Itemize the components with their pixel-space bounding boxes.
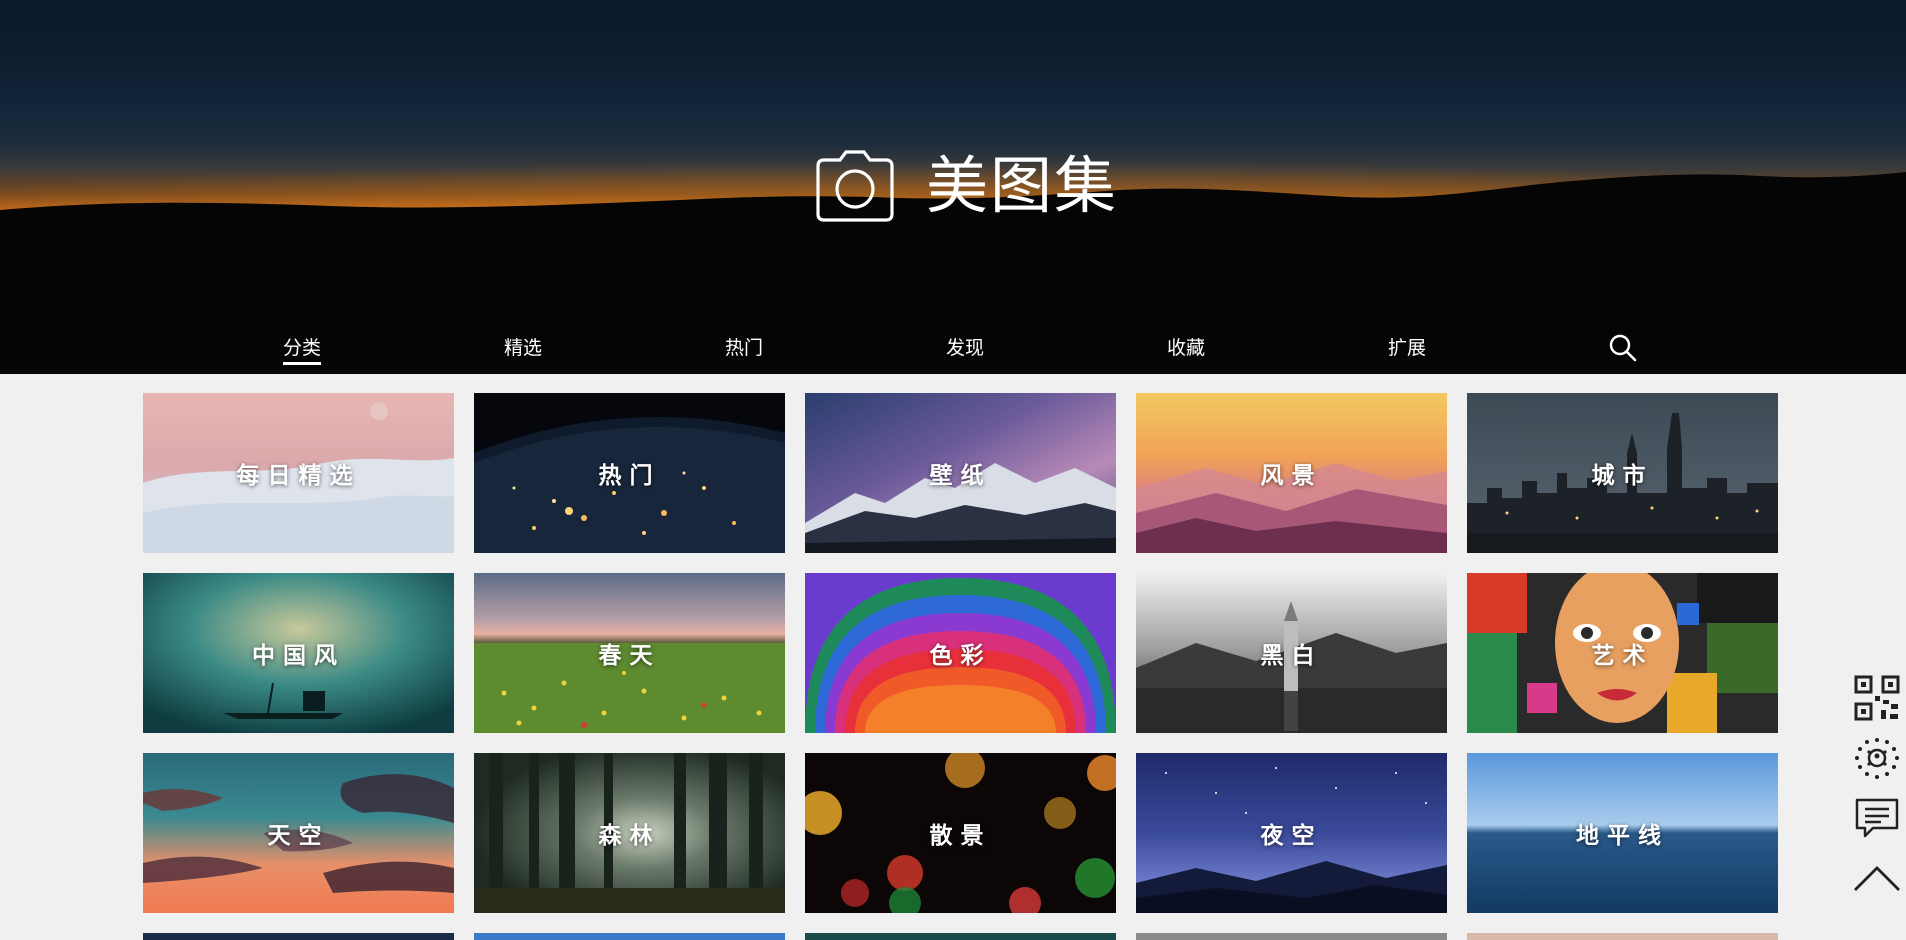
nav-item-extensions[interactable]: 扩展 xyxy=(1388,337,1426,359)
tile-label: 森林 xyxy=(598,823,661,849)
category-tile[interactable]: 散景 xyxy=(805,753,1116,913)
comment-button[interactable] xyxy=(1848,788,1906,848)
category-tile[interactable] xyxy=(1467,933,1778,940)
category-tile[interactable]: 夜空 xyxy=(1136,753,1447,913)
tile-label: 天空 xyxy=(267,823,330,849)
search-icon[interactable] xyxy=(1608,333,1638,363)
tile-label: 壁纸 xyxy=(929,463,992,489)
nav-item-favorites[interactable]: 收藏 xyxy=(1167,337,1205,359)
category-tile[interactable]: 春天 xyxy=(474,573,785,733)
tile-label: 风景 xyxy=(1260,463,1323,489)
brand-logo[interactable]: 美图集 xyxy=(814,146,1118,226)
tile-label: 夜空 xyxy=(1260,823,1323,849)
category-tile[interactable] xyxy=(1136,933,1447,940)
category-tile[interactable]: 天空 xyxy=(143,753,454,913)
category-tile[interactable] xyxy=(805,933,1116,940)
qr-code-icon xyxy=(1854,675,1900,721)
category-tile[interactable] xyxy=(474,933,785,940)
category-tile[interactable]: 森林 xyxy=(474,753,785,913)
tile-label: 城市 xyxy=(1591,463,1654,489)
tile-label: 春天 xyxy=(598,643,661,669)
category-tile[interactable]: 黑白 xyxy=(1136,573,1447,733)
tile-label: 黑白 xyxy=(1260,643,1323,669)
tile-label: 散景 xyxy=(929,823,992,849)
brand-title: 美图集 xyxy=(926,149,1119,222)
category-tile[interactable]: 每日精选 xyxy=(143,393,454,553)
tile-label: 色彩 xyxy=(929,643,992,669)
nav-item-hot[interactable]: 热门 xyxy=(725,337,763,359)
nav-item-featured[interactable]: 精选 xyxy=(504,337,542,359)
mini-program-code-icon xyxy=(1855,738,1899,779)
back-to-top-icon xyxy=(1854,866,1900,891)
category-tile[interactable]: 风景 xyxy=(1136,393,1447,553)
qr-code-button[interactable] xyxy=(1848,668,1906,728)
side-toolbar xyxy=(1848,668,1906,908)
category-tile[interactable]: 壁纸 xyxy=(805,393,1116,553)
tile-label: 热门 xyxy=(598,463,661,489)
hero-banner: 美图集 分类 精选 热门 发现 收藏 扩展 xyxy=(0,0,1906,374)
category-tile[interactable]: 中国风 xyxy=(143,573,454,733)
tile-label: 地平线 xyxy=(1576,823,1669,849)
tile-label: 中国风 xyxy=(252,643,345,669)
nav-item-discover[interactable]: 发现 xyxy=(946,337,984,359)
nav-item-category[interactable]: 分类 xyxy=(282,337,322,365)
category-tile[interactable]: 艺术 xyxy=(1467,573,1778,733)
category-tile[interactable] xyxy=(143,933,454,940)
category-tile[interactable]: 色彩 xyxy=(805,573,1116,733)
comment-icon xyxy=(1855,798,1899,838)
tile-label: 艺术 xyxy=(1591,643,1654,669)
category-tile[interactable]: 地平线 xyxy=(1467,753,1778,913)
category-tile[interactable]: 热门 xyxy=(474,393,785,553)
category-tile[interactable]: 城市 xyxy=(1467,393,1778,553)
tile-label: 每日精选 xyxy=(236,463,361,489)
back-to-top-button[interactable] xyxy=(1848,848,1906,908)
camera-icon xyxy=(816,150,894,222)
mini-program-button[interactable] xyxy=(1848,728,1906,788)
